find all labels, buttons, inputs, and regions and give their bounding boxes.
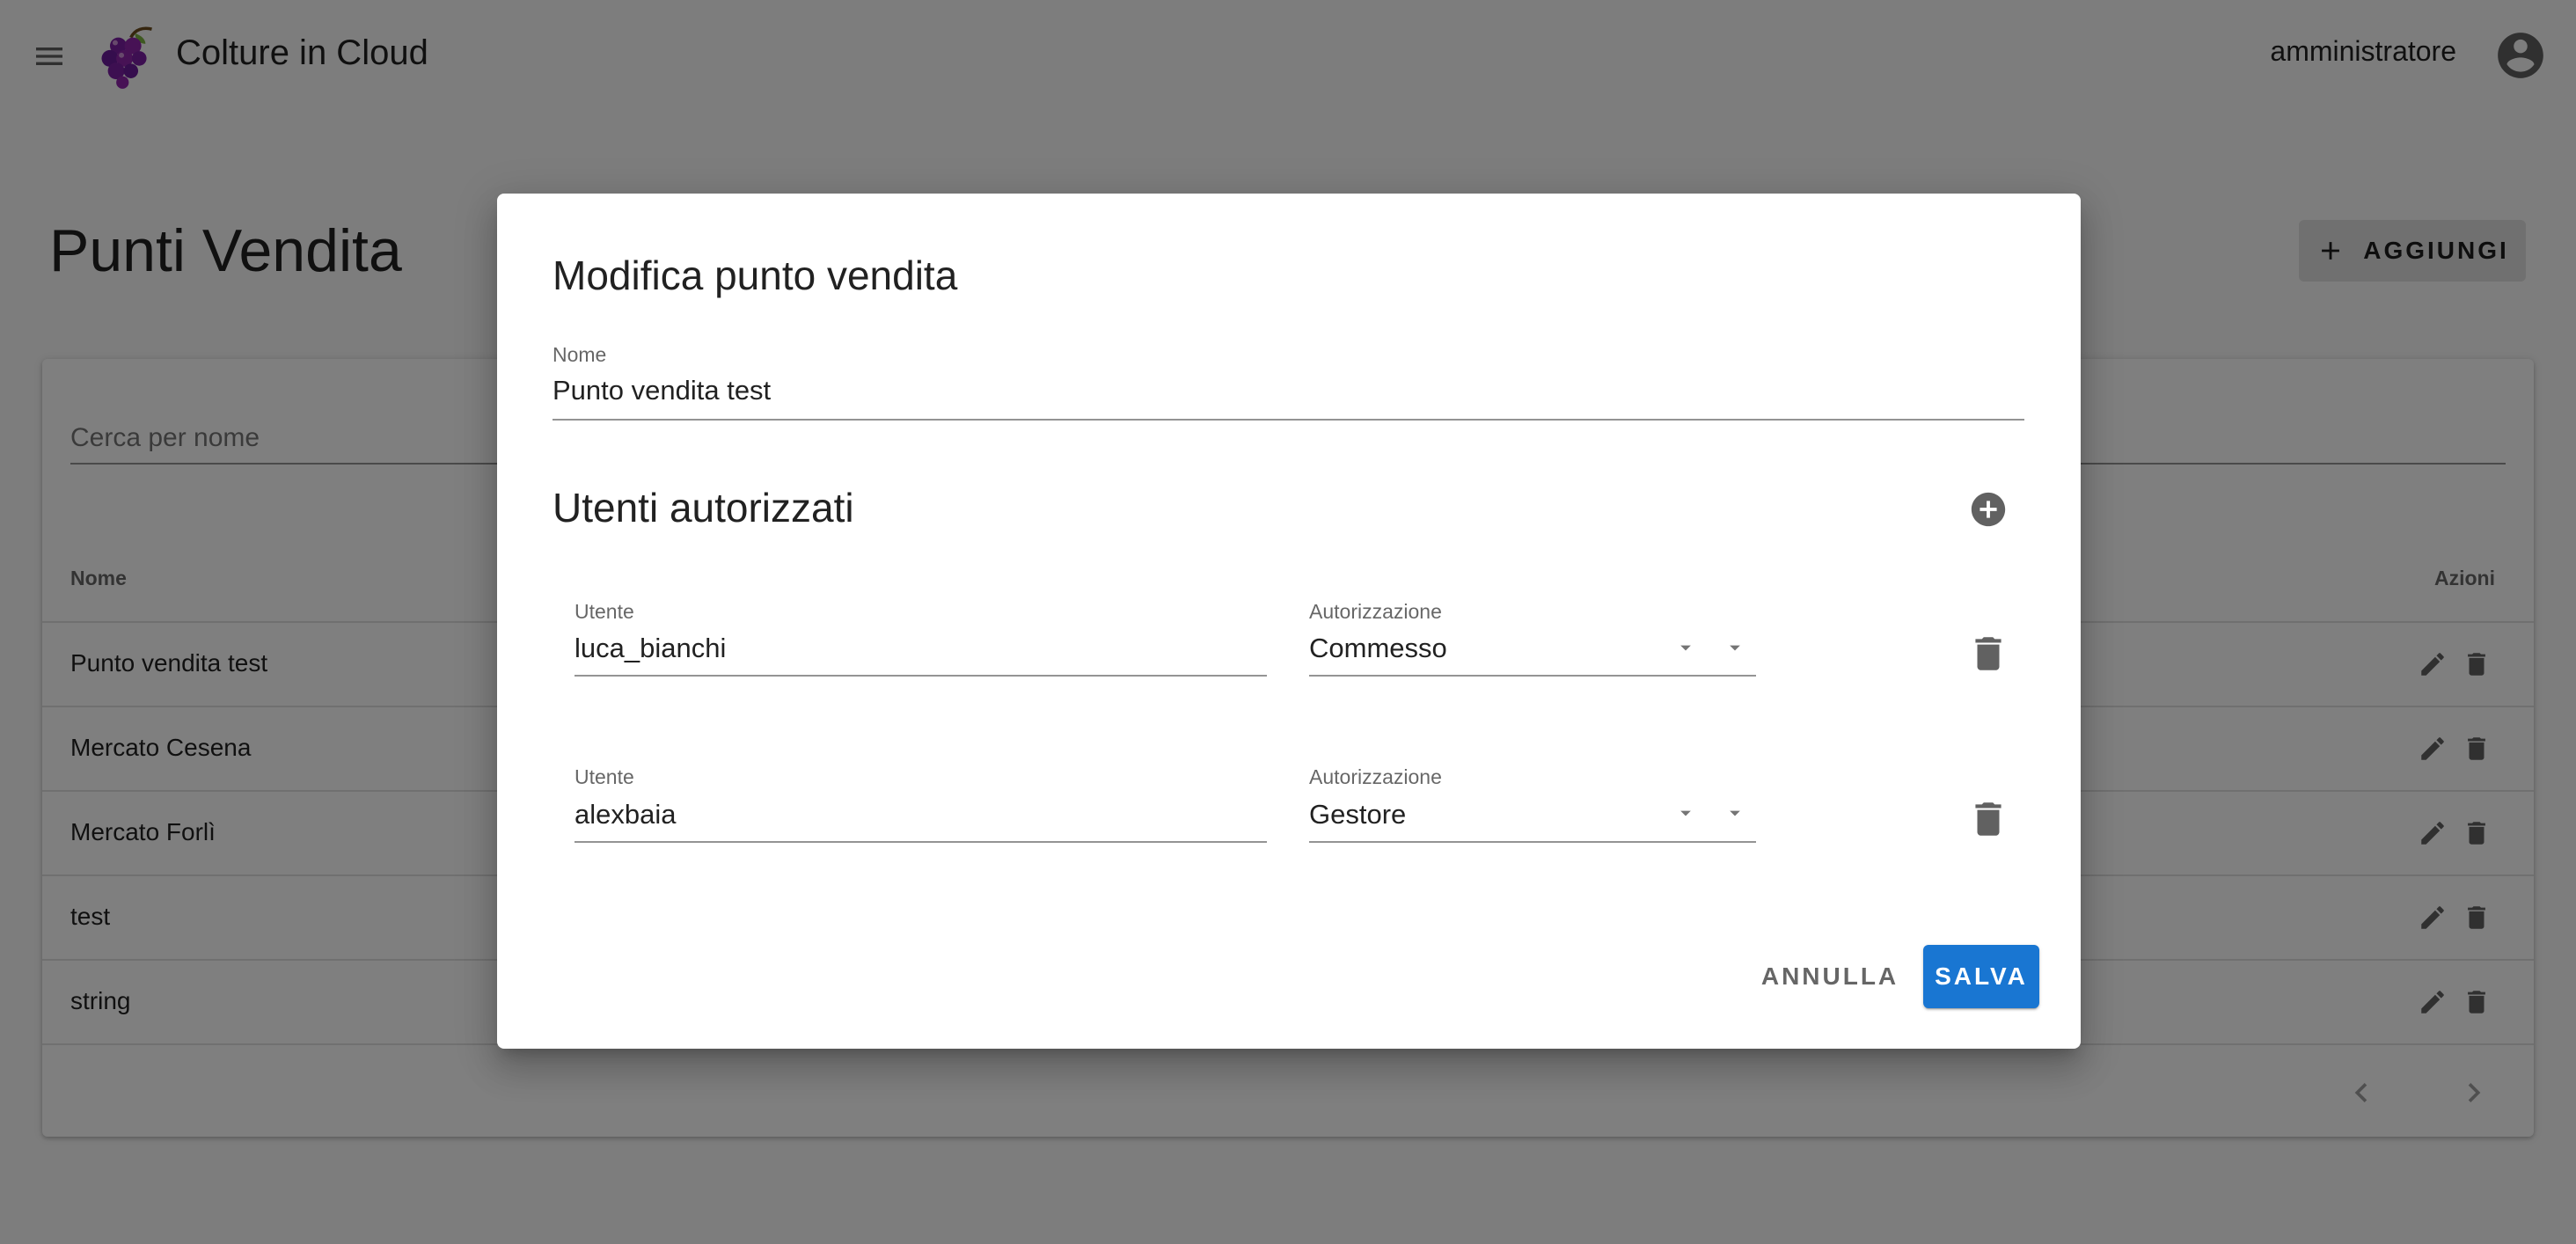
user-select-underline: [574, 841, 1267, 843]
role-select-arrow[interactable]: [1723, 801, 1747, 825]
name-field-label: Nome: [553, 343, 607, 366]
user-select-label: Utente: [574, 765, 634, 788]
remove-user-button[interactable]: [1966, 797, 2010, 841]
page: Colture in Cloud amministratore Punti Ve…: [0, 0, 2576, 1244]
add-user-button[interactable]: [1968, 489, 2009, 530]
user-select-arrow[interactable]: [1673, 635, 1698, 660]
save-button[interactable]: SALVA: [1923, 945, 2039, 1008]
user-select[interactable]: luca_bianchi: [574, 633, 726, 664]
role-select-underline: [1309, 841, 1756, 843]
cancel-button[interactable]: ANNULLA: [1755, 945, 1905, 1008]
name-field-underline: [553, 419, 2024, 421]
edit-point-of-sale-dialog: Modifica punto vendita Nome Punto vendit…: [497, 194, 2081, 1049]
role-select[interactable]: Gestore: [1309, 799, 1406, 831]
user-select-label: Utente: [574, 600, 634, 623]
dropdown-arrow-icon: [1730, 645, 1740, 651]
role-select-label: Autorizzazione: [1309, 765, 1442, 788]
delete-icon: [1975, 802, 2002, 836]
delete-icon: [1975, 637, 2002, 670]
name-field[interactable]: Punto vendita test: [553, 375, 771, 406]
role-select-arrow[interactable]: [1723, 635, 1747, 660]
role-select-label: Autorizzazione: [1309, 600, 1442, 623]
dialog-title: Modifica punto vendita: [553, 252, 958, 298]
user-select[interactable]: alexbaia: [574, 799, 676, 831]
role-select-underline: [1309, 675, 1756, 677]
dropdown-arrow-icon: [1730, 810, 1740, 816]
user-select-underline: [574, 675, 1267, 677]
user-select-arrow[interactable]: [1673, 801, 1698, 825]
dropdown-arrow-icon: [1680, 810, 1691, 816]
dropdown-arrow-icon: [1680, 645, 1691, 651]
add-circle-icon: [1971, 492, 2006, 527]
role-select[interactable]: Commesso: [1309, 633, 1447, 664]
authorized-users-title: Utenti autorizzati: [553, 485, 854, 531]
remove-user-button[interactable]: [1966, 632, 2010, 676]
